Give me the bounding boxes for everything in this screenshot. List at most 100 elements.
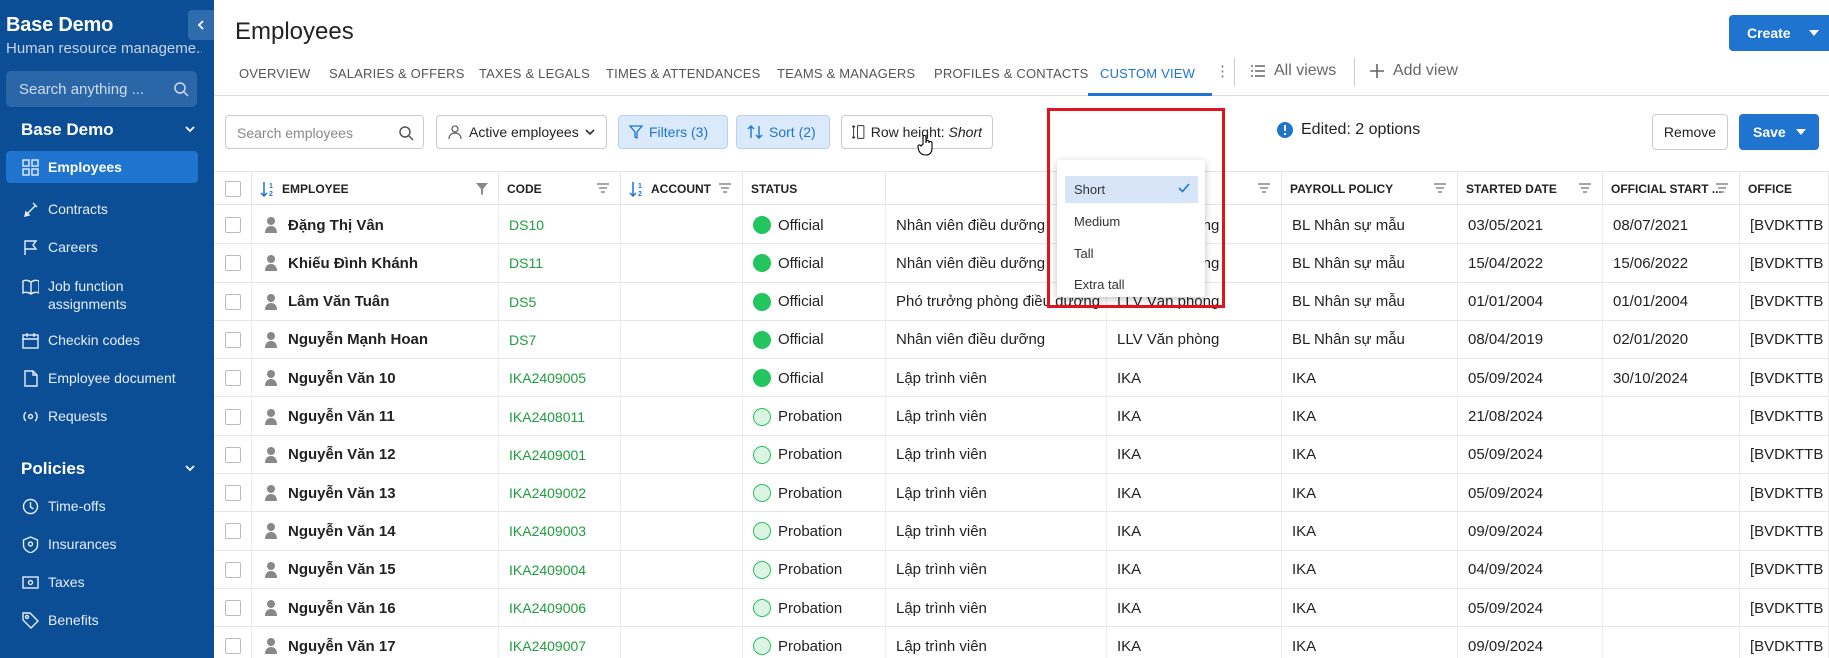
row-checkbox[interactable] (224, 408, 241, 425)
employee-name[interactable]: Nguyễn Mạnh Hoan (288, 331, 428, 348)
section-base-demo[interactable]: Base Demo (21, 120, 114, 140)
employee-code[interactable]: IKA2409002 (509, 485, 586, 501)
employee-name[interactable]: Nguyễn Văn 15 (288, 561, 396, 578)
employee-code[interactable]: IKA2409007 (509, 638, 586, 654)
row-checkbox[interactable] (224, 446, 241, 463)
employee-search-input[interactable]: Search employees (225, 115, 424, 149)
sidebar-item-checkin-codes[interactable]: Checkin codes (6, 331, 198, 349)
sort-button[interactable]: Sort (2) (736, 115, 830, 149)
tab-salaries-offers[interactable]: SALARIES & OFFERS (329, 66, 465, 81)
table-row[interactable]: Nguyễn Văn 13 IKA2409002 Probation Lập trìn… (214, 474, 1829, 513)
column-header-status[interactable]: STATUS (743, 172, 886, 206)
tab-taxes-legals[interactable]: TAXES & LEGALS (479, 66, 590, 81)
sidebar-item-taxes[interactable]: Taxes (6, 573, 198, 591)
employee-code[interactable]: IKA2409005 (509, 370, 586, 386)
row-checkbox[interactable] (224, 217, 241, 233)
sidebar-item-job-function-assignments[interactable]: Job function assignments (6, 277, 198, 313)
sidebar-item-requests[interactable]: Requests (6, 407, 198, 425)
employee-name[interactable]: Lâm Văn Tuân (288, 293, 389, 310)
tab-teams-managers[interactable]: TEAMS & MANAGERS (777, 66, 915, 81)
tab-times-attendances[interactable]: TIMES & ATTENDANCES (606, 66, 761, 81)
column-filter-icon[interactable] (1433, 183, 1447, 195)
row-checkbox[interactable] (224, 561, 241, 578)
employee-code[interactable]: DS10 (509, 217, 544, 233)
employee-code[interactable]: IKA2408011 (509, 409, 585, 425)
row-checkbox[interactable] (224, 523, 241, 540)
sidebar-item-benefits[interactable]: Benefits (6, 611, 198, 629)
sidebar-item-employees[interactable]: Employees (6, 151, 198, 183)
employee-code[interactable]: DS5 (509, 294, 536, 310)
column-filter-icon[interactable] (596, 183, 610, 195)
filters-button[interactable]: Filters (3) (618, 115, 728, 149)
column-filter-icon[interactable] (1257, 183, 1271, 195)
table-row[interactable]: Nguyễn Văn 10 IKA2409005 Official Lập trình… (214, 359, 1829, 398)
employee-name[interactable]: Nguyễn Văn 10 (288, 370, 396, 387)
table-row[interactable]: Khiếu Đình Khánh DS11 Official Nhân viên đi… (214, 244, 1829, 283)
sidebar-item-employee-document[interactable]: Employee document (6, 369, 198, 387)
section-policies[interactable]: Policies (21, 459, 85, 479)
table-row[interactable]: Nguyễn Văn 17 IKA2409007 Probation Lập trìn… (214, 627, 1829, 658)
tab-custom-view[interactable]: CUSTOM VIEW (1100, 66, 1195, 81)
employee-name[interactable]: Nguyễn Văn 14 (288, 523, 396, 540)
employee-name[interactable]: Nguyễn Văn 12 (288, 446, 396, 463)
column-header-employee[interactable]: 1 2 EMPLOYEE (252, 172, 499, 206)
row-checkbox[interactable] (224, 485, 241, 502)
table-row[interactable]: Nguyễn Văn 16 IKA2409006 Probation Lập trìn… (214, 589, 1829, 628)
global-search-input[interactable]: Search anything ... (6, 71, 197, 107)
table-row[interactable]: Lâm Văn Tuân DS5 Official Phó trưởng phòng … (214, 282, 1829, 321)
column-filter-icon[interactable] (1578, 183, 1592, 195)
sidebar-item-time-offs[interactable]: Time-offs (6, 497, 198, 515)
column-header-official-start-[interactable]: OFFICIAL START ... (1603, 172, 1740, 206)
collapse-sidebar-button[interactable] (188, 10, 214, 40)
row-checkbox[interactable] (224, 370, 241, 387)
row-checkbox[interactable] (224, 293, 241, 310)
employee-code[interactable]: IKA2409006 (509, 600, 586, 616)
table-row[interactable]: Nguyễn Mạnh Hoan DS7 Official Nhân viên điề… (214, 320, 1829, 360)
column-filter-icon[interactable] (718, 183, 732, 195)
sidebar-item-contracts[interactable]: Contracts (6, 200, 198, 218)
all-views-link[interactable]: All views (1250, 62, 1336, 80)
employee-code[interactable]: DS11 (509, 255, 543, 271)
employee-code[interactable]: DS7 (509, 332, 536, 348)
column-header-office[interactable]: OFFICE (1740, 172, 1829, 206)
row-checkbox[interactable] (224, 331, 241, 348)
column-header-started-date[interactable]: STARTED DATE (1458, 172, 1603, 206)
employee-code[interactable]: IKA2409004 (509, 562, 586, 578)
sort-asc-icon[interactable]: 12 (629, 181, 647, 197)
more-vertical-icon[interactable]: ⋮ (1215, 64, 1230, 79)
sidebar-item-careers[interactable]: Careers (6, 238, 198, 256)
table-row[interactable]: Nguyễn Văn 11 IKA2408011 Probation Lập trìn… (214, 397, 1829, 436)
column-filter-icon[interactable] (1715, 183, 1729, 195)
save-button[interactable]: Save (1739, 114, 1819, 150)
employee-code[interactable]: IKA2409003 (509, 523, 586, 539)
remove-button[interactable]: Remove (1652, 114, 1728, 150)
filter-active-icon[interactable] (476, 183, 488, 195)
table-row[interactable]: Nguyễn Văn 12 IKA2409001 Probation Lập trìn… (214, 435, 1829, 475)
row-checkbox[interactable] (224, 638, 241, 655)
column-header-code[interactable]: CODE (499, 172, 621, 206)
employee-name[interactable]: Khiếu Đình Khánh (288, 255, 418, 272)
active-employees-dropdown[interactable]: Active employees (436, 115, 607, 149)
tab-profiles-contacts[interactable]: PROFILES & CONTACTS (934, 66, 1089, 81)
tab-overview[interactable]: OVERVIEW (239, 66, 310, 81)
column-header-payroll-policy[interactable]: PAYROLL POLICY (1282, 172, 1458, 206)
add-view-link[interactable]: Add view (1369, 62, 1458, 80)
chevron-down-icon[interactable] (184, 463, 196, 473)
select-all-checkbox[interactable] (224, 181, 241, 197)
sort-asc-icon[interactable]: 12 (260, 181, 278, 197)
employee-code[interactable]: IKA2409001 (509, 447, 586, 463)
chevron-down-icon[interactable] (184, 124, 196, 134)
table-row[interactable]: Nguyễn Văn 14 IKA2409003 Probation Lập trìn… (214, 512, 1829, 551)
employee-name[interactable]: Nguyễn Văn 13 (288, 485, 396, 502)
table-row[interactable]: Nguyễn Văn 15 IKA2409004 Probation Lập trìn… (214, 550, 1829, 589)
row-checkbox[interactable] (224, 600, 241, 616)
table-row[interactable]: Đặng Thị Vân DS10 Official Nhân viên điều d… (214, 206, 1829, 245)
employee-name[interactable]: Đặng Thị Vân (288, 217, 384, 234)
employee-name[interactable]: Nguyễn Văn 17 (288, 638, 396, 655)
sidebar-item-insurances[interactable]: Insurances (6, 535, 198, 553)
employee-name[interactable]: Nguyễn Văn 11 (288, 408, 395, 425)
column-header-account[interactable]: 1 2 ACCOUNT (621, 172, 743, 206)
employee-name[interactable]: Nguyễn Văn 16 (288, 600, 396, 617)
row-checkbox[interactable] (224, 255, 241, 272)
create-button[interactable]: Create (1729, 15, 1829, 51)
